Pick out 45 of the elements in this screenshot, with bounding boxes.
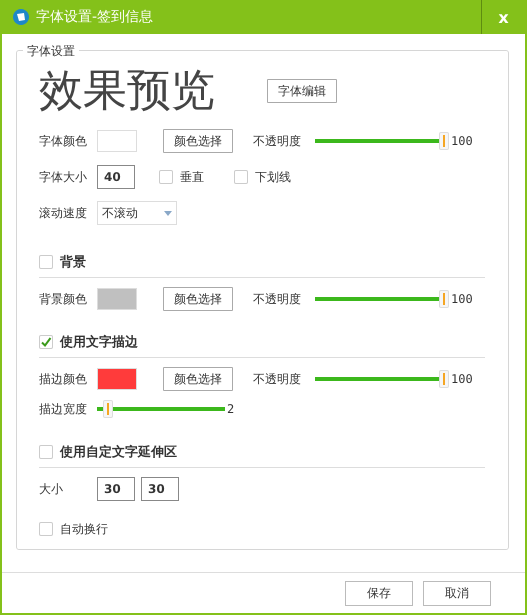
font-edit-button[interactable]: 字体编辑	[267, 79, 337, 103]
checkbox[interactable]	[159, 170, 173, 184]
checkbox[interactable]	[39, 445, 53, 459]
checkbox-label: 下划线	[255, 168, 291, 186]
opacity-label: 不透明度	[253, 290, 302, 308]
opacity-value: 100	[451, 292, 473, 306]
field-label: 描边颜色	[39, 370, 88, 388]
checkbox[interactable]	[39, 522, 53, 536]
field-label: 字体大小	[39, 168, 88, 186]
slider-thumb[interactable]	[439, 370, 449, 388]
slider-thumb[interactable]	[439, 290, 449, 308]
field-label: 滚动速度	[39, 204, 88, 222]
checkbox[interactable]	[39, 335, 53, 349]
checkbox-label: 自动换行	[60, 520, 108, 538]
preview-text: 效果预览	[39, 69, 215, 113]
window-title: 字体设置-签到信息	[36, 8, 154, 26]
slider-thumb[interactable]	[439, 132, 449, 150]
speed-dropdown[interactable]: 不滚动	[97, 201, 177, 225]
field-label: 大小	[39, 480, 64, 498]
opacity-label: 不透明度	[253, 132, 302, 150]
checkbox-label: 垂直	[180, 168, 204, 186]
color-select-button[interactable]: 颜色选择	[163, 367, 233, 391]
caret-icon	[164, 210, 172, 216]
width-input[interactable]: 30	[97, 477, 135, 501]
dialog-button[interactable]: 取消	[423, 580, 491, 606]
field-label: 背景颜色	[39, 290, 88, 308]
field-label: 描边宽度	[39, 400, 88, 418]
opacity-value: 2	[227, 402, 234, 416]
color-select-button[interactable]: 颜色选择	[163, 287, 233, 311]
section-title: 背景	[60, 254, 86, 271]
color-select-button[interactable]: 颜色选择	[163, 129, 233, 153]
opacity-label: 不透明度	[253, 370, 302, 388]
opacity-value: 100	[451, 134, 473, 148]
section-title: 使用文字描边	[60, 334, 138, 351]
size-input[interactable]: 40	[97, 165, 135, 189]
checkbox[interactable]	[234, 170, 248, 184]
slider-thumb[interactable]	[102, 400, 113, 418]
height-input[interactable]: 30	[141, 477, 179, 501]
checkbox[interactable]	[39, 255, 53, 269]
opacity-value: 100	[451, 372, 473, 386]
dialog-button[interactable]: 保存	[345, 580, 413, 606]
section-title: 使用自定文字延伸区	[60, 444, 177, 461]
group-legend: 字体设置	[23, 43, 79, 60]
field-label: 字体颜色	[39, 132, 88, 150]
app-icon	[12, 8, 30, 26]
